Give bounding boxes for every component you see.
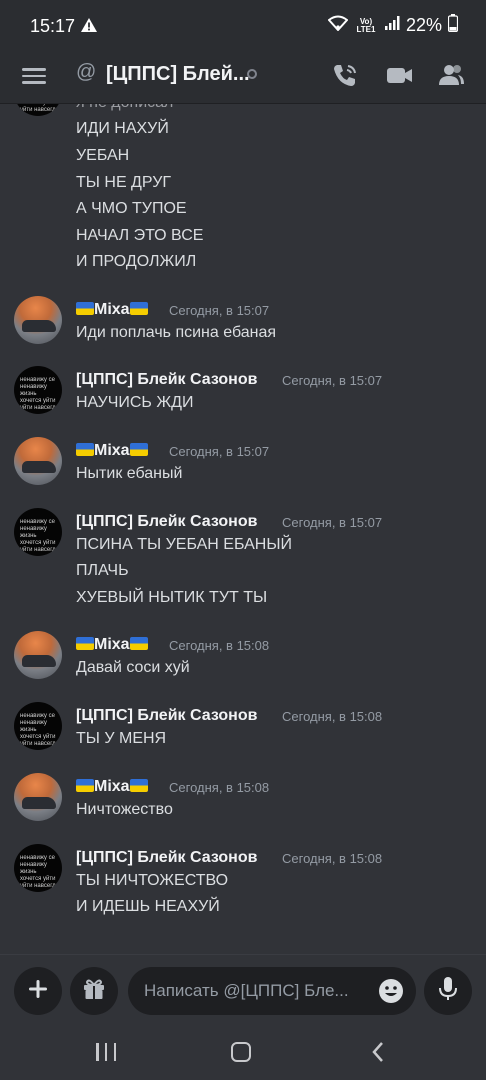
battery-icon <box>447 14 459 37</box>
avatar-caption: ненавижу жизнь <box>20 862 47 875</box>
timestamp: Сегодня, в 15:08 <box>282 851 383 866</box>
wifi-icon <box>327 15 349 36</box>
avatar-caption: уйти навсегд <box>20 883 56 889</box>
offline-status-icon <box>247 69 257 79</box>
video-call-icon[interactable] <box>384 60 416 92</box>
status-time: 15:17 <box>30 16 76 36</box>
avatar-caption: ненавижу се <box>20 713 55 719</box>
timestamp: Сегодня, в 15:07 <box>282 373 383 388</box>
message-input[interactable]: Написать @[ЦППС] Бле... <box>128 967 416 1015</box>
avatar[interactable]: ненавижу сененавижу жизньхочется уйтиуйт… <box>14 508 62 556</box>
username[interactable]: Mixa <box>76 778 148 796</box>
ukraine-flag-icon <box>76 443 94 456</box>
message-text: ТЫ НЕ ДРУГ <box>76 174 172 191</box>
avatar[interactable]: ненавижу сененавижу жизньхочется уйтиуйт… <box>14 844 62 892</box>
avatar[interactable]: ненавижу сененавижу жизньхочется уйтиуйт… <box>14 104 62 116</box>
signal-icon <box>384 15 400 36</box>
message-text: УЕБАН <box>76 147 130 164</box>
avatar-caption: ненавижу се <box>20 855 55 861</box>
username[interactable]: Mixa <box>76 301 148 319</box>
avatar-caption: ненавижу жизнь <box>20 526 47 539</box>
warning-icon <box>80 17 98 38</box>
avatar[interactable] <box>14 296 62 344</box>
avatar-caption: уйти навсегд <box>20 547 56 553</box>
battery-percent: 22% <box>405 15 442 35</box>
add-attachment-button[interactable] <box>14 967 62 1015</box>
system-navigation-bar <box>0 1026 486 1080</box>
ukraine-flag-icon <box>129 637 148 650</box>
menu-icon[interactable] <box>22 65 46 89</box>
timestamp: Сегодня, в 15:08 <box>169 780 270 795</box>
back-icon[interactable] <box>370 1041 386 1068</box>
avatar-caption: ненавижу жизнь <box>20 384 47 397</box>
username[interactable]: Mixa <box>76 636 148 654</box>
gift-button[interactable] <box>70 967 118 1015</box>
message-text: Ничтожество <box>76 801 173 818</box>
message-text: Нытик ебаный <box>76 465 183 482</box>
timestamp: Сегодня, в 15:07 <box>169 444 270 459</box>
message-input-placeholder: Написать @[ЦППС] Бле... <box>144 981 349 1000</box>
username[interactable]: Mixa <box>76 442 148 460</box>
members-icon[interactable] <box>436 60 468 92</box>
avatar-caption: уйти навсегд <box>20 741 56 747</box>
message-text: НАУЧИСЬ ЖДИ <box>76 394 194 411</box>
voice-call-icon[interactable] <box>330 60 362 92</box>
emoji-icon[interactable] <box>378 978 404 1004</box>
ukraine-flag-icon <box>76 779 94 792</box>
ukraine-flag-icon <box>129 443 148 456</box>
status-bar: 15:17 Vo) LTE1 22% <box>0 0 486 52</box>
message-text: я не дописал <box>76 104 173 112</box>
message-composer: Написать @[ЦППС] Бле... <box>0 954 486 1026</box>
avatar[interactable] <box>14 631 62 679</box>
avatar-caption: ненавижу се <box>20 519 55 525</box>
recent-apps-icon[interactable] <box>96 1043 116 1061</box>
avatar[interactable]: ненавижу сененавижу жизньхочется уйтиуйт… <box>14 366 62 414</box>
avatar[interactable] <box>14 437 62 485</box>
message-text: И ПРОДОЛЖИЛ <box>76 253 197 270</box>
ukraine-flag-icon <box>129 779 148 792</box>
channel-header: @ [ЦППС] Блей... <box>0 52 486 104</box>
message-text: ТЫ У МЕНЯ <box>76 730 167 747</box>
ukraine-flag-icon <box>129 302 148 315</box>
ukraine-flag-icon <box>76 302 94 315</box>
avatar[interactable]: ненавижу сененавижу жизньхочется уйтиуйт… <box>14 702 62 750</box>
timestamp: Сегодня, в 15:08 <box>282 709 383 724</box>
message-text: А ЧМО ТУПОЕ <box>76 200 187 217</box>
avatar-caption: уйти навсегд <box>20 405 56 411</box>
message-text: ИДИ НАХУЙ <box>76 120 169 137</box>
message-list[interactable]: ненавижу сененавижу жизньхочется уйтиуйт… <box>0 104 486 954</box>
plus-icon <box>27 978 49 1005</box>
avatar-caption: хочется уйти <box>20 876 56 882</box>
message-text: ПЛАЧЬ <box>76 562 129 579</box>
timestamp: Сегодня, в 15:08 <box>169 638 270 653</box>
message-text: ПСИНА ТЫ УЕБАН ЕБАНЫЙ <box>76 536 292 553</box>
voice-message-button[interactable] <box>424 967 472 1015</box>
username[interactable]: [ЦППС] Блейк Сазонов <box>76 707 257 725</box>
message-text: ХУЕВЫЙ НЫТИК ТУТ ТЫ <box>76 589 268 606</box>
avatar-caption: уйти навсегд <box>20 107 56 113</box>
channel-title[interactable]: [ЦППС] Блей... <box>106 63 250 86</box>
at-icon: @ <box>76 61 97 83</box>
home-icon[interactable] <box>231 1042 251 1062</box>
gift-icon <box>82 977 106 1006</box>
avatar[interactable] <box>14 773 62 821</box>
username[interactable]: [ЦППС] Блейк Сазонов <box>76 371 257 389</box>
avatar-caption: ненавижу жизнь <box>20 720 47 733</box>
message-text: Иди поплачь псина ебаная <box>76 324 277 341</box>
message-text: НАЧАЛ ЭТО ВСЕ <box>76 227 204 244</box>
avatar-caption: хочется уйти <box>20 398 56 404</box>
timestamp: Сегодня, в 15:07 <box>282 515 383 530</box>
microphone-icon <box>437 976 459 1007</box>
message-text: ТЫ НИЧТОЖЕСТВО <box>76 872 229 889</box>
timestamp: Сегодня, в 15:07 <box>169 303 270 318</box>
username[interactable]: [ЦППС] Блейк Сазонов <box>76 849 257 867</box>
username[interactable]: [ЦППС] Блейк Сазонов <box>76 513 257 531</box>
ukraine-flag-icon <box>76 637 94 650</box>
avatar-caption: ненавижу се <box>20 377 55 383</box>
message-text: И ИДЕШЬ НЕАХУЙ <box>76 898 220 915</box>
avatar-caption: хочется уйти <box>20 734 56 740</box>
avatar-caption: хочется уйти <box>20 540 56 546</box>
message-text: Давай соси хуй <box>76 659 190 676</box>
lte-indicator: Vo) LTE1 <box>356 16 376 34</box>
